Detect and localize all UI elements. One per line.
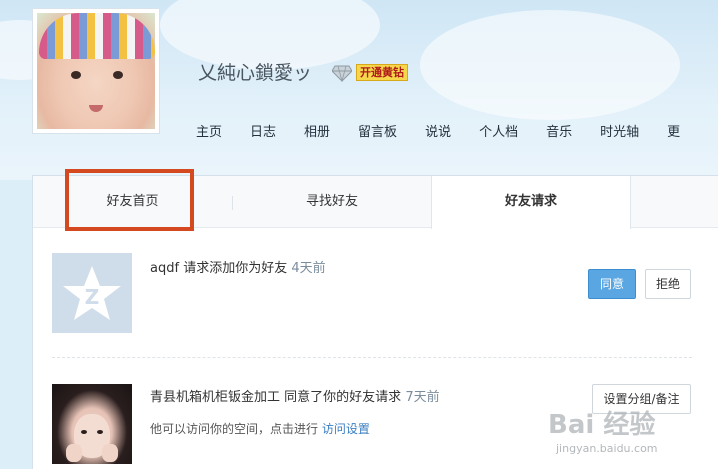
request-avatar-photo[interactable]	[52, 384, 132, 464]
diamond-icon[interactable]	[332, 64, 352, 82]
space-nav: 主页 日志 相册 留言板 说说 个人档 音乐 时光轴 更	[196, 121, 708, 141]
access-settings-link[interactable]: 访问设置	[322, 422, 370, 436]
highlight-annotation	[65, 169, 194, 231]
request-time: 4天前	[291, 261, 326, 276]
nav-item-music[interactable]: 音乐	[546, 121, 572, 141]
qq-star-icon: Z	[63, 266, 121, 320]
vip-badge[interactable]: 开通黄钻	[356, 64, 408, 81]
friend-accepted-message: 同意了你的好友请求	[284, 390, 402, 405]
svg-text:Z: Z	[85, 285, 100, 309]
agree-button[interactable]: 同意	[588, 269, 636, 299]
request-avatar-default[interactable]: Z	[52, 253, 132, 333]
reject-button[interactable]: 拒绝	[645, 269, 691, 299]
watermark-brand: Bai 经验	[548, 410, 656, 440]
nav-item-profile[interactable]: 个人档	[479, 121, 518, 141]
access-setting-hint: 他可以访问你的空间，点击进行	[150, 422, 319, 436]
profile-nickname[interactable]: 乂純心鎖愛ッ	[198, 58, 312, 85]
friend-name[interactable]: 青县机箱机柜钣金加工	[150, 390, 280, 405]
requester-name[interactable]: aqdf	[150, 261, 179, 276]
friend-accepted-time: 7天前	[405, 390, 440, 405]
watermark-url: jingyan.baidu.com	[556, 442, 658, 455]
nav-item-album[interactable]: 相册	[304, 121, 330, 141]
profile-avatar[interactable]	[32, 8, 160, 134]
request-message: 请求添加你为好友	[183, 261, 288, 276]
nav-item-more[interactable]: 更	[667, 121, 680, 141]
nav-item-guestbook[interactable]: 留言板	[358, 121, 397, 141]
access-setting-text: 他可以访问你的空间，点击进行 访问设置	[150, 420, 370, 437]
tab-find-friends[interactable]: 寻找好友	[233, 176, 431, 228]
nav-item-blog[interactable]: 日志	[250, 121, 276, 141]
nav-item-moments[interactable]: 说说	[425, 121, 451, 141]
request-divider	[52, 357, 692, 358]
tab-friend-requests[interactable]: 好友请求	[431, 176, 631, 229]
nav-item-timeline[interactable]: 时光轴	[600, 121, 639, 141]
nav-item-home[interactable]: 主页	[196, 121, 222, 141]
request-line-1: aqdf 请求添加你为好友 4天前	[150, 257, 326, 276]
avatar-image	[37, 13, 155, 129]
request-line-2: 青县机箱机柜钣金加工 同意了你的好友请求 7天前	[150, 386, 440, 405]
